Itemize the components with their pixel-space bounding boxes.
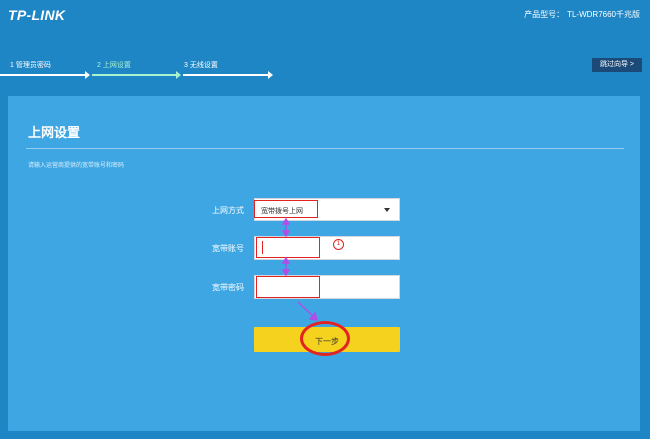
model-value: TL-WDR7660千兆版 bbox=[567, 10, 640, 19]
page-title: 上网设置 bbox=[28, 125, 81, 140]
internet-setup-panel: 上网设置 请输入运营商提供的宽带账号和密码 bbox=[8, 96, 640, 431]
step-marker-icon: 1 bbox=[333, 239, 344, 250]
step-line-1 bbox=[0, 74, 85, 76]
router-setup-page: TP-LINK 产品型号： TL-WDR7660千兆版 1 管理员密码 2 上网设… bbox=[0, 0, 650, 439]
product-model: 产品型号： TL-WDR7660千兆版 bbox=[524, 9, 640, 20]
step-arrow-1 bbox=[85, 71, 90, 79]
step-line-2 bbox=[92, 74, 176, 76]
wizard-steps: 1 管理员密码 2 上网设置 3 无线设置 bbox=[0, 56, 650, 80]
step-admin-password: 1 管理员密码 bbox=[10, 62, 51, 69]
panel-description: 请输入运营商提供的宽带账号和密码 bbox=[28, 163, 125, 169]
title-divider bbox=[26, 148, 624, 149]
skip-wizard-button[interactable]: 跳过向导 > bbox=[592, 58, 642, 72]
model-label: 产品型号： bbox=[524, 10, 565, 19]
account-label: 宽带账号 bbox=[212, 244, 244, 253]
step-arrow-3 bbox=[268, 71, 273, 79]
tplink-logo: TP-LINK bbox=[8, 7, 66, 23]
step-arrow-2 bbox=[176, 71, 181, 79]
mode-label: 上网方式 bbox=[212, 206, 244, 215]
next-highlight-circle bbox=[300, 321, 350, 356]
chevron-down-icon[interactable] bbox=[384, 208, 390, 212]
password-label: 宽带密码 bbox=[212, 283, 244, 292]
password-highlight-box bbox=[256, 276, 320, 298]
step-wireless-setup: 3 无线设置 bbox=[184, 62, 218, 69]
account-highlight-box bbox=[256, 237, 320, 258]
step-line-3 bbox=[183, 74, 268, 76]
step-internet-setup: 2 上网设置 bbox=[97, 62, 131, 69]
mode-highlight-box bbox=[254, 200, 318, 218]
header-bar: TP-LINK 产品型号： TL-WDR7660千兆版 bbox=[0, 0, 650, 30]
account-cursor-mark bbox=[262, 241, 263, 254]
